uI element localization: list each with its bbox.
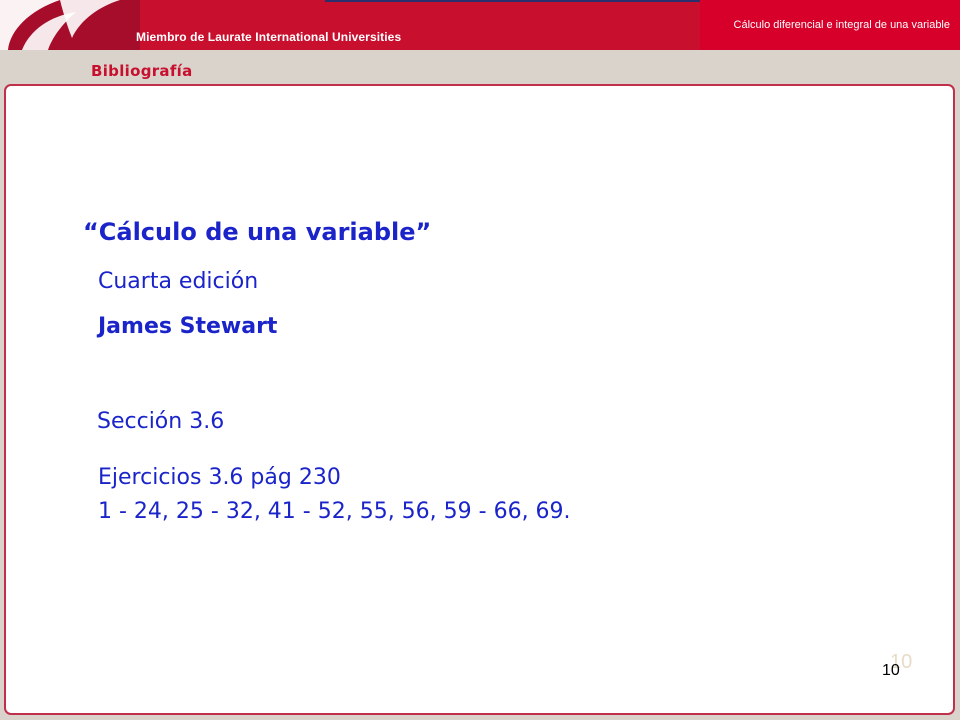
book-title: “Cálculo de una variable” [83, 218, 432, 246]
affiliation-text: Miembro de Laurate International Univers… [136, 30, 402, 44]
course-title-box: Cálculo diferencial e integral de una va… [700, 0, 960, 50]
slide-section-label: Bibliografía [91, 62, 193, 80]
exercises-title: Ejercicios 3.6 pág 230 [98, 465, 341, 490]
book-author: James Stewart [98, 314, 278, 339]
page-number: 10 [882, 662, 900, 679]
book-section: Sección 3.6 [97, 409, 225, 434]
book-edition: Cuarta edición [98, 269, 259, 294]
logo-area [0, 0, 140, 50]
content-card [4, 84, 955, 715]
course-title: Cálculo diferencial e integral de una va… [733, 19, 950, 31]
slide-header: Miembro de Laurate International Univers… [0, 0, 960, 50]
exercises-list: 1 - 24, 25 - 32, 41 - 52, 55, 56, 59 - 6… [98, 499, 571, 524]
header-accent-strip [325, 0, 700, 2]
university-logo-icon [0, 0, 120, 50]
